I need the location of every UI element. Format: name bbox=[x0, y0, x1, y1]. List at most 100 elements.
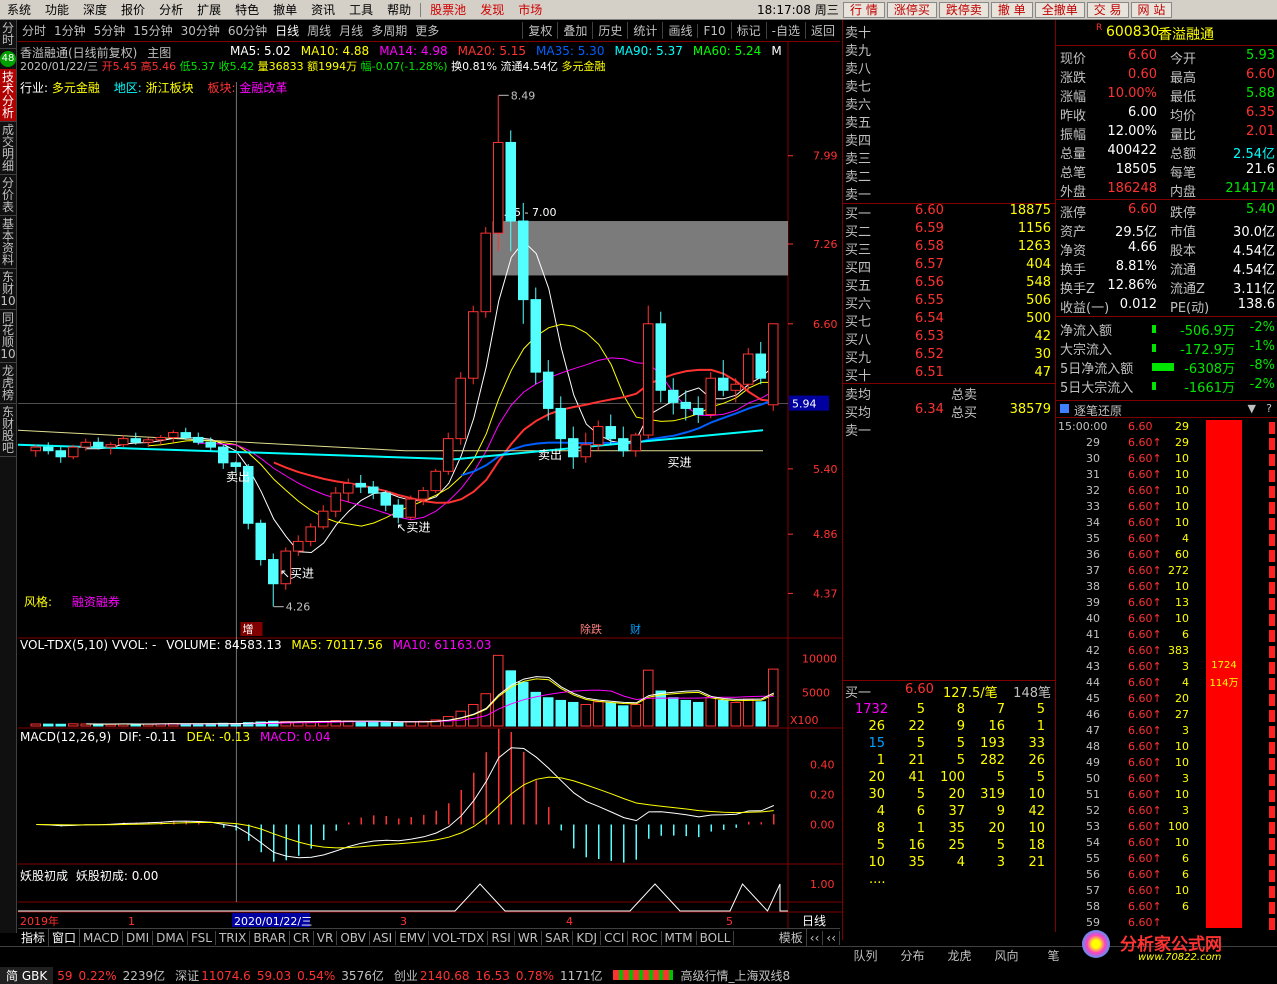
industry-value[interactable]: 多元金融 bbox=[52, 81, 100, 95]
indicator-tab-6[interactable]: TRIX bbox=[216, 930, 251, 945]
indicator-tab-1[interactable]: 窗口 bbox=[49, 929, 81, 946]
region-value[interactable]: 浙江板块 bbox=[146, 81, 194, 95]
period-0[interactable]: 分时 bbox=[18, 22, 50, 39]
macd-indicator-name[interactable]: MACD(12,26,9) bbox=[20, 730, 111, 744]
period-button-5[interactable]: F10 bbox=[697, 23, 730, 38]
menu-item-9[interactable]: 工具 bbox=[342, 1, 380, 18]
right-tab-0[interactable]: 队列 bbox=[842, 947, 889, 964]
sell-level-row[interactable]: 卖四 bbox=[843, 130, 1055, 149]
trade-button-6[interactable]: 网 站 bbox=[1130, 1, 1173, 18]
indicator-tab-21[interactable]: BOLL bbox=[697, 930, 735, 945]
sell-level-row[interactable]: 卖一 bbox=[843, 184, 1055, 203]
period-8[interactable]: 月线 bbox=[335, 22, 367, 39]
buy-level-row[interactable]: 买九 6.52 30 bbox=[843, 347, 1055, 366]
indicator-tab-4[interactable]: DMA bbox=[153, 930, 188, 945]
sell-level-row[interactable]: 卖十 bbox=[843, 22, 1055, 41]
indicator-tab-11[interactable]: ASI bbox=[370, 930, 397, 945]
buy-level-row[interactable]: 买七 6.54 500 bbox=[843, 311, 1055, 330]
sell-level-row[interactable]: 卖二 bbox=[843, 166, 1055, 185]
left-tab-0[interactable]: 分时 bbox=[0, 20, 16, 49]
volume-indicator-name[interactable]: VOL-TDX(5,10) bbox=[20, 638, 108, 652]
indicator-tab-8[interactable]: CR bbox=[290, 930, 314, 945]
left-tab-4[interactable]: 基本资料 bbox=[0, 216, 16, 269]
period-2[interactable]: 5分钟 bbox=[90, 22, 130, 39]
buy-level-row[interactable]: 买三 6.58 1263 bbox=[843, 239, 1055, 258]
menu-red-item-0[interactable]: 股票池 bbox=[423, 1, 473, 18]
trade-button-4[interactable]: 全撤单 bbox=[1034, 1, 1085, 18]
buy-level-row[interactable]: 买五 6.56 548 bbox=[843, 275, 1055, 294]
indicator-tail-1[interactable]: ‹‹ bbox=[807, 930, 824, 945]
period-6[interactable]: 日线 bbox=[271, 22, 303, 39]
trade-button-0[interactable]: 行 情 bbox=[843, 1, 885, 18]
menu-item-7[interactable]: 撤单 bbox=[266, 1, 304, 18]
tick-detail-more[interactable]: .... bbox=[869, 872, 1081, 890]
period-9[interactable]: 多周期 bbox=[367, 22, 411, 39]
menu-red-item-2[interactable]: 市场 bbox=[511, 1, 549, 18]
period-3[interactable]: 15分钟 bbox=[129, 22, 176, 39]
menu-item-0[interactable]: 系统 bbox=[0, 1, 38, 18]
period-button-3[interactable]: 统计 bbox=[627, 22, 662, 39]
indicator-tab-2[interactable]: MACD bbox=[80, 930, 124, 945]
filter-icon[interactable]: ▼ bbox=[1248, 402, 1256, 415]
buy-level-row[interactable]: 买八 6.53 42 bbox=[843, 329, 1055, 348]
buy-level-row[interactable]: 买十 6.51 47 bbox=[843, 365, 1055, 384]
indicator-tab-0[interactable]: 指标 bbox=[18, 929, 50, 946]
indicator-tab-10[interactable]: OBV bbox=[337, 930, 370, 945]
menu-item-5[interactable]: 扩展 bbox=[190, 1, 228, 18]
buy-level-row[interactable]: 买六 6.55 506 bbox=[843, 293, 1055, 312]
period-4[interactable]: 30分钟 bbox=[177, 22, 224, 39]
buy-level-row[interactable]: 买二 6.59 1156 bbox=[843, 221, 1055, 240]
period-button-7[interactable]: -自选 bbox=[765, 22, 805, 39]
ticks-title[interactable]: 逐笔还原 bbox=[1074, 402, 1122, 419]
left-tab-2[interactable]: 成交明细 bbox=[0, 122, 16, 175]
right-tab-1[interactable]: 分布 bbox=[889, 947, 936, 964]
yg-indicator-name[interactable]: 妖股初成 bbox=[20, 869, 68, 883]
sell-level-row[interactable]: 卖九 bbox=[843, 40, 1055, 59]
trade-button-1[interactable]: 涨停买 bbox=[886, 1, 937, 18]
indicator-tab-20[interactable]: MTM bbox=[662, 930, 697, 945]
indicator-tab-16[interactable]: SAR bbox=[542, 930, 574, 945]
left-tab-6[interactable]: 同花顺10 bbox=[0, 310, 16, 363]
right-tab-3[interactable]: 风向 bbox=[983, 947, 1030, 964]
status-ime[interactable]: 简 GBK bbox=[0, 966, 54, 984]
menu-item-1[interactable]: 功能 bbox=[38, 1, 76, 18]
sell-level-row[interactable]: 卖七 bbox=[843, 76, 1055, 95]
indicator-tab-15[interactable]: WR bbox=[515, 930, 543, 945]
menu-item-2[interactable]: 深度 bbox=[76, 1, 114, 18]
indicator-tail-0[interactable]: 模板 bbox=[776, 929, 807, 946]
left-tab-7[interactable]: 龙虎榜 bbox=[0, 363, 16, 404]
period-1[interactable]: 1分钟 bbox=[50, 22, 90, 39]
indicator-tab-17[interactable]: KDJ bbox=[573, 930, 602, 945]
sell-level-row[interactable]: 卖五 bbox=[843, 112, 1055, 131]
left-tab-1[interactable]: 技术分析 bbox=[0, 69, 16, 122]
sell-level-row[interactable]: 卖六 bbox=[843, 94, 1055, 113]
sell-level-row[interactable]: 卖八 bbox=[843, 58, 1055, 77]
indicator-tab-9[interactable]: VR bbox=[314, 930, 338, 945]
indicator-tab-3[interactable]: DMI bbox=[123, 930, 154, 945]
index-item-0[interactable]: 59 0.22% 2239亿 bbox=[57, 967, 165, 984]
menu-item-6[interactable]: 特色 bbox=[228, 1, 266, 18]
right-tab-4[interactable]: 笔 bbox=[1030, 947, 1077, 964]
trade-button-5[interactable]: 交 易 bbox=[1086, 1, 1129, 18]
indicator-tab-12[interactable]: EMV bbox=[396, 930, 430, 945]
trade-button-3[interactable]: 撤 单 bbox=[990, 1, 1033, 18]
period-7[interactable]: 周线 bbox=[303, 22, 335, 39]
indicator-tab-5[interactable]: FSL bbox=[188, 930, 216, 945]
period-button-6[interactable]: 标记 bbox=[730, 22, 766, 39]
period-button-0[interactable]: 复权 bbox=[522, 22, 557, 39]
menu-item-4[interactable]: 分析 bbox=[152, 1, 190, 18]
sell-level-row[interactable]: 卖三 bbox=[843, 148, 1055, 167]
help-icon[interactable]: ? bbox=[1266, 402, 1272, 415]
buy-level-row[interactable]: 买四 6.57 404 bbox=[843, 257, 1055, 276]
menu-item-8[interactable]: 资讯 bbox=[304, 1, 342, 18]
period-5[interactable]: 60分钟 bbox=[224, 22, 271, 39]
menu-red-item-1[interactable]: 发现 bbox=[473, 1, 511, 18]
period-button-8[interactable]: 返回 bbox=[804, 22, 840, 39]
period-10[interactable]: 更多 bbox=[411, 22, 443, 39]
left-tab-3[interactable]: 分价表 bbox=[0, 175, 16, 216]
menu-item-10[interactable]: 帮助 bbox=[380, 1, 418, 18]
period-button-4[interactable]: 画线 bbox=[662, 22, 697, 39]
period-button-1[interactable]: 叠加 bbox=[557, 22, 592, 39]
trade-button-2[interactable]: 跌停卖 bbox=[938, 1, 989, 18]
menu-item-3[interactable]: 报价 bbox=[114, 1, 152, 18]
